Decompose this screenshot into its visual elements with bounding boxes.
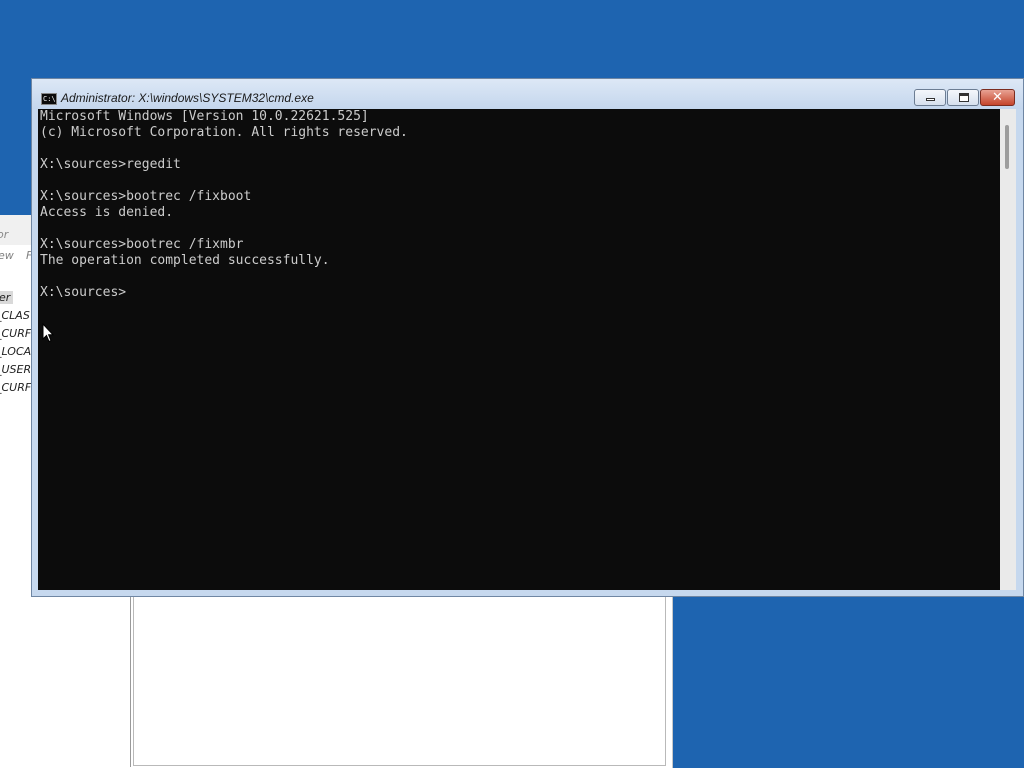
close-icon: ✕ bbox=[992, 90, 1003, 105]
menu-view[interactable]: ew bbox=[0, 249, 14, 262]
maximize-icon bbox=[959, 93, 969, 102]
tree-node-hkey-classes-root[interactable]: _CLAS bbox=[0, 309, 30, 322]
tree-node-hkey-current-user[interactable]: _CURF bbox=[0, 327, 31, 340]
console-output[interactable]: Microsoft Windows [Version 10.0.22621.52… bbox=[38, 109, 1000, 590]
console-lines: Microsoft Windows [Version 10.0.22621.52… bbox=[40, 109, 1000, 301]
console-line: X:\sources>bootrec /fixmbr bbox=[40, 237, 244, 252]
minimize-button[interactable] bbox=[914, 89, 946, 106]
tree-node-hkey-local-machine[interactable]: _LOCA bbox=[0, 345, 31, 358]
console-line: Microsoft Windows [Version 10.0.22621.52… bbox=[40, 109, 369, 124]
registry-values-pane[interactable] bbox=[133, 595, 666, 766]
tree-node-hkey-users[interactable]: _USER bbox=[0, 363, 31, 376]
console-line: (c) Microsoft Corporation. All rights re… bbox=[40, 125, 408, 140]
mouse-pointer-icon bbox=[42, 323, 54, 343]
close-button[interactable]: ✕ bbox=[980, 89, 1015, 106]
minimize-icon bbox=[926, 98, 935, 101]
maximize-button[interactable] bbox=[947, 89, 979, 106]
console-line: The operation completed successfully. bbox=[40, 253, 330, 268]
window-title: Administrator: X:\windows\SYSTEM32\cmd.e… bbox=[61, 91, 314, 105]
cmd-titlebar[interactable]: C:\ Administrator: X:\windows\SYSTEM32\c… bbox=[32, 79, 1023, 109]
console-line: X:\sources>bootrec /fixboot bbox=[40, 189, 252, 204]
console-prompt-line[interactable]: X:\sources> bbox=[40, 285, 1000, 301]
registry-editor-title: or bbox=[0, 228, 9, 241]
console-line: Access is denied. bbox=[40, 205, 174, 220]
tree-node-hkey-current-config[interactable]: _CURF bbox=[0, 381, 31, 394]
tree-node-computer[interactable]: er bbox=[0, 291, 14, 304]
vertical-scrollbar[interactable] bbox=[1000, 109, 1016, 590]
console-line: X:\sources>regedit bbox=[40, 157, 181, 172]
cmd-app-icon[interactable]: C:\ bbox=[41, 93, 57, 105]
cmd-window[interactable]: C:\ Administrator: X:\windows\SYSTEM32\c… bbox=[31, 78, 1024, 597]
scrollbar-thumb[interactable] bbox=[1005, 125, 1009, 169]
